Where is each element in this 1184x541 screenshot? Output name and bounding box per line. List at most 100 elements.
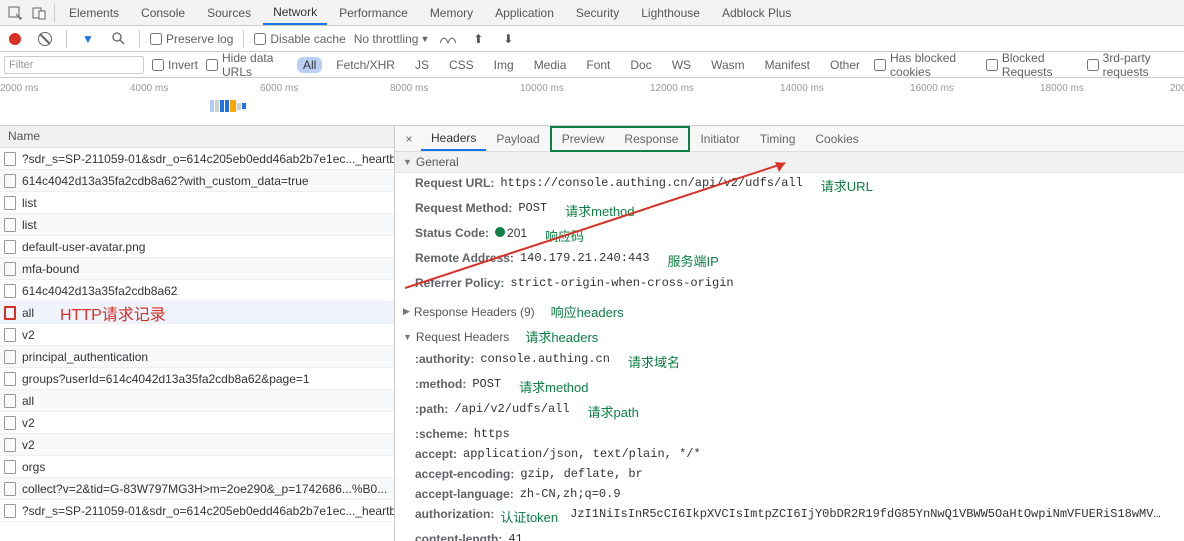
request-row[interactable]: ?sdr_s=SP-211059-01&sdr_o=614c205eb0edd4… [0,148,394,170]
panel-tab-sources[interactable]: Sources [197,2,261,24]
request-row[interactable]: 614c4042d13a35fa2cdb8a62 [0,280,394,302]
tab-preview[interactable]: Preview [552,128,615,150]
file-icon [4,262,16,276]
request-row[interactable]: ?sdr_s=SP-211059-01&sdr_o=614c205eb0edd4… [0,500,394,522]
panel-tab-memory[interactable]: Memory [420,2,483,24]
request-row[interactable]: default-user-avatar.png [0,236,394,258]
file-icon [4,460,16,474]
detail-panel: 请求体 响应体及格式化预览 本地cookies存储 × Headers Payl… [395,126,1184,541]
tab-payload[interactable]: Payload [486,128,549,150]
request-row[interactable]: v2 [0,434,394,456]
import-icon[interactable]: ⬆ [467,28,489,50]
filter-toggle-icon[interactable]: ▼ [77,28,99,50]
request-name: list [22,218,37,232]
panel-tab-network[interactable]: Network [263,1,327,25]
request-name: default-user-avatar.png [22,240,145,254]
filter-bar: Invert Hide data URLs All Fetch/XHR JS CSS I… [0,52,1184,78]
file-icon [4,438,16,452]
file-icon [4,240,16,254]
type-filter-all[interactable]: All [297,57,322,73]
request-row[interactable]: v2 [0,412,394,434]
tab-response[interactable]: Response [614,128,688,150]
file-icon [4,350,16,364]
network-toolbar: ▼ Preserve log Disable cache No throttli… [0,26,1184,52]
section-request-headers[interactable]: ▼Request Headers请求headers [395,324,1184,349]
record-icon[interactable] [4,28,26,50]
has-blocked-cookies-checkbox[interactable]: Has blocked cookies [874,51,978,79]
request-row[interactable]: groups?userId=614c4042d13a35fa2cdb8a62&p… [0,368,394,390]
request-name: v2 [22,438,35,452]
section-general[interactable]: ▼General [395,152,1184,173]
request-row[interactable]: list [0,214,394,236]
request-name: principal_authentication [22,350,148,364]
request-row[interactable]: all [0,390,394,412]
request-name: v2 [22,416,35,430]
tab-headers[interactable]: Headers [421,127,486,151]
request-row[interactable]: principal_authentication [0,346,394,368]
file-icon [4,152,16,166]
file-icon [4,482,16,496]
request-row[interactable]: orgs [0,456,394,478]
type-filter-wasm[interactable]: Wasm [705,57,751,73]
file-icon [4,284,16,298]
request-name: groups?userId=614c4042d13a35fa2cdb8a62&p… [22,372,310,386]
request-row[interactable]: v2 [0,324,394,346]
export-icon[interactable]: ⬇ [497,28,519,50]
annotation: HTTP请求记录 [60,302,166,324]
filter-input[interactable] [4,56,144,74]
blocked-requests-checkbox[interactable]: Blocked Requests [986,51,1079,79]
panel-tab-adblock-plus[interactable]: Adblock Plus [712,2,801,24]
throttling-dropdown[interactable]: No throttling▼ [354,32,430,46]
file-icon [4,504,16,518]
request-name: 614c4042d13a35fa2cdb8a62?with_custom_dat… [22,174,309,188]
section-response-headers[interactable]: ▶Response Headers (9)响应headers [395,299,1184,324]
inspect-icon[interactable] [4,2,26,24]
tab-cookies[interactable]: Cookies [805,128,868,150]
network-conditions-icon[interactable] [437,28,459,50]
type-filter-font[interactable]: Font [580,57,616,73]
type-filter-js[interactable]: JS [409,57,435,73]
request-row[interactable]: 614c4042d13a35fa2cdb8a62?with_custom_dat… [0,170,394,192]
panel-tab-security[interactable]: Security [566,2,629,24]
hide-data-urls-checkbox[interactable]: Hide data URLs [206,51,289,79]
third-party-checkbox[interactable]: 3rd-party requests [1087,51,1180,79]
clear-icon[interactable] [34,28,56,50]
annotation: 请求体 [455,126,494,127]
close-detail-button[interactable]: × [401,132,417,146]
panel-tab-application[interactable]: Application [485,2,564,24]
search-icon[interactable] [107,28,129,50]
panel-tab-elements[interactable]: Elements [59,2,129,24]
type-filter-img[interactable]: Img [488,57,520,73]
type-filter-css[interactable]: CSS [443,57,480,73]
column-header-name[interactable]: Name [0,126,394,148]
request-name: orgs [22,460,45,474]
preserve-log-checkbox[interactable]: Preserve log [150,32,233,46]
panel-tab-performance[interactable]: Performance [329,2,418,24]
request-row[interactable]: mfa-bound [0,258,394,280]
tab-initiator[interactable]: Initiator [690,128,749,150]
type-filter-manifest[interactable]: Manifest [759,57,816,73]
request-name: 614c4042d13a35fa2cdb8a62 [22,284,177,298]
type-filter-media[interactable]: Media [528,57,573,73]
panel-tab-lighthouse[interactable]: Lighthouse [631,2,710,24]
panel-tab-console[interactable]: Console [131,2,195,24]
type-filter-fetch-xhr[interactable]: Fetch/XHR [330,57,401,73]
disable-cache-checkbox[interactable]: Disable cache [254,32,345,46]
file-icon [4,328,16,342]
tab-timing[interactable]: Timing [750,128,806,150]
request-row[interactable]: list [0,192,394,214]
file-icon [4,196,16,210]
request-name: ?sdr_s=SP-211059-01&sdr_o=614c205eb0edd4… [22,152,394,166]
request-row[interactable]: allHTTP请求记录 [0,302,394,324]
waterfall-timeline[interactable]: 2000 ms4000 ms6000 ms8000 ms10000 ms1200… [0,78,1184,126]
file-icon [4,174,16,188]
file-icon [4,394,16,408]
request-name: ?sdr_s=SP-211059-01&sdr_o=614c205eb0edd4… [22,504,394,518]
file-icon [4,372,16,386]
invert-checkbox[interactable]: Invert [152,58,198,72]
type-filter-ws[interactable]: WS [666,57,697,73]
device-icon[interactable] [28,2,50,24]
type-filter-doc[interactable]: Doc [624,57,657,73]
request-row[interactable]: collect?v=2&tid=G-83W797MG3H>m=2oe290&_p… [0,478,394,500]
type-filter-other[interactable]: Other [824,57,866,73]
